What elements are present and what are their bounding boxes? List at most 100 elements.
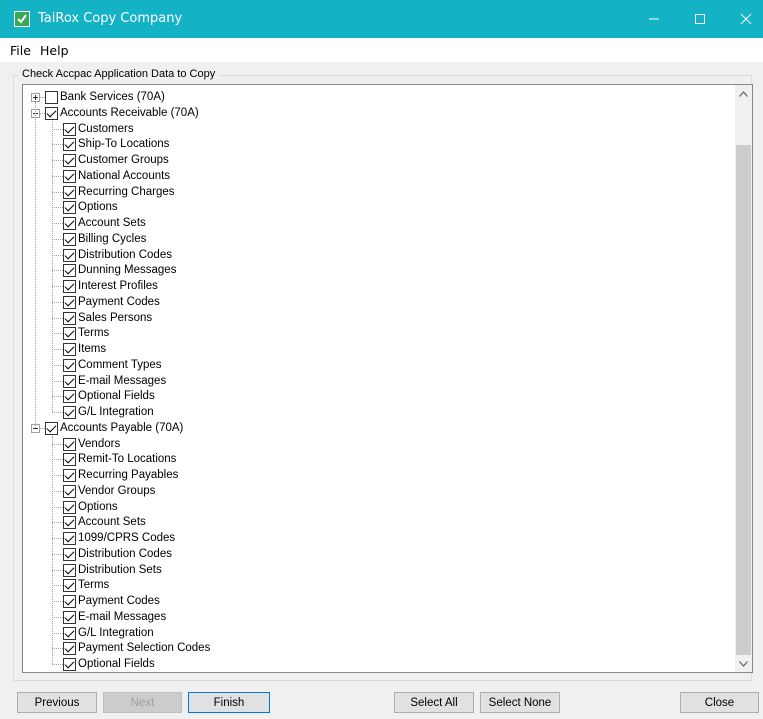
tree-parent-item[interactable]: Accounts Payable (70A) xyxy=(45,421,183,436)
checkbox[interactable] xyxy=(63,579,76,593)
menu-bar: File Help xyxy=(0,38,763,62)
checkbox[interactable] xyxy=(63,484,76,498)
checkbox[interactable] xyxy=(63,642,76,656)
vertical-scrollbar[interactable] xyxy=(735,85,752,672)
menu-file[interactable]: File xyxy=(10,43,31,58)
maximize-button[interactable] xyxy=(677,0,723,38)
checkbox[interactable] xyxy=(63,563,76,577)
checkbox[interactable] xyxy=(63,390,76,404)
checkbox[interactable] xyxy=(63,264,76,278)
checkbox[interactable] xyxy=(63,169,76,183)
checkbox[interactable] xyxy=(63,595,76,608)
checkbox[interactable] xyxy=(63,138,76,152)
checkbox[interactable] xyxy=(63,154,76,167)
tree-child-item[interactable]: Customer Groups xyxy=(63,153,169,168)
checkbox[interactable] xyxy=(45,421,58,435)
checkbox[interactable] xyxy=(63,626,76,640)
tree-child-item[interactable]: Account Sets xyxy=(63,515,146,530)
tree-child-item[interactable]: Sales Persons xyxy=(63,311,152,326)
tree-view[interactable]: Bank Services (70A) Accounts Receivable (… xyxy=(22,84,753,673)
select-none-button[interactable]: Select None xyxy=(480,692,560,713)
checkbox[interactable] xyxy=(63,122,76,136)
checkbox[interactable] xyxy=(63,185,76,199)
tree-child-item[interactable]: Optional Fields xyxy=(63,389,155,404)
tree-child-item[interactable]: Distribution Sets xyxy=(63,563,162,578)
tree-child-item[interactable]: Dunning Messages xyxy=(63,263,176,278)
scroll-down-button[interactable] xyxy=(735,655,752,672)
tree-child-item[interactable]: Items xyxy=(63,342,106,357)
select-all-button[interactable]: Select All xyxy=(394,692,474,713)
checkbox[interactable] xyxy=(63,610,76,624)
tree-child-item[interactable]: Options xyxy=(63,500,118,515)
menu-help[interactable]: Help xyxy=(40,43,69,58)
tree-child-item[interactable]: 1099/CPRS Codes xyxy=(63,531,175,546)
scroll-thumb[interactable] xyxy=(736,145,751,655)
checkbox[interactable] xyxy=(63,469,76,482)
tree-child-item[interactable]: E-mail Messages xyxy=(63,374,166,389)
minimize-button[interactable] xyxy=(631,0,677,38)
tree-child-item[interactable]: Payment Codes xyxy=(63,594,160,609)
tree-connector-line xyxy=(52,144,63,146)
tree-child-item[interactable]: Recurring Charges xyxy=(63,185,175,200)
next-button[interactable]: Next xyxy=(103,692,182,713)
tree-item-label: Comment Types xyxy=(78,358,162,371)
tree-child-item[interactable]: Terms xyxy=(63,578,109,593)
tree-item-label: Distribution Codes xyxy=(78,248,172,261)
tree-connector-line xyxy=(52,349,63,350)
tree-item-label: Ship-To Locations xyxy=(78,138,170,151)
finish-button[interactable]: Finish xyxy=(188,692,270,713)
tree-connector-line xyxy=(52,601,63,602)
checkbox[interactable] xyxy=(45,106,58,120)
tree-child-item[interactable]: Distribution Codes xyxy=(63,547,172,562)
checkbox[interactable] xyxy=(63,453,76,467)
checkbox[interactable] xyxy=(63,658,76,671)
tree-child-item[interactable]: Comment Types xyxy=(63,358,162,373)
checkbox[interactable] xyxy=(63,232,76,246)
checkbox[interactable] xyxy=(63,358,76,372)
checkbox[interactable] xyxy=(63,311,76,325)
tree-child-item[interactable]: Payment Selection Codes xyxy=(63,641,210,656)
tree-child-item[interactable]: Ship-To Locations xyxy=(63,137,169,152)
tree-child-item[interactable]: Distribution Codes xyxy=(63,248,172,263)
tree-parent-item[interactable]: Accounts Receivable (70A) xyxy=(45,106,199,121)
tree-connector-line xyxy=(52,506,63,508)
tree-child-item[interactable]: Payment Codes xyxy=(63,295,160,310)
scroll-up-button[interactable] xyxy=(735,85,752,102)
checkbox[interactable] xyxy=(63,201,76,215)
checkbox[interactable] xyxy=(45,91,58,104)
checkbox[interactable] xyxy=(63,516,76,530)
expand-toggle-icon[interactable] xyxy=(31,93,40,102)
tree-child-item[interactable]: Options xyxy=(63,200,118,215)
checkbox[interactable] xyxy=(63,248,76,262)
checkbox[interactable] xyxy=(63,406,76,419)
checkbox[interactable] xyxy=(63,547,76,561)
tree-child-item[interactable]: Vendors xyxy=(63,437,120,452)
checkbox[interactable] xyxy=(63,327,76,341)
tree-child-item[interactable]: Customers xyxy=(63,122,134,137)
checkbox[interactable] xyxy=(63,217,76,230)
checkbox[interactable] xyxy=(63,343,76,356)
checkbox[interactable] xyxy=(63,437,76,451)
tree-child-item[interactable]: Remit-To Locations xyxy=(63,452,176,467)
close-button[interactable]: Close xyxy=(680,692,759,713)
tree-child-item[interactable]: Recurring Payables xyxy=(63,468,178,483)
tree-connector-line xyxy=(52,632,63,634)
checkbox[interactable] xyxy=(63,500,76,514)
tree-child-item[interactable]: Account Sets xyxy=(63,216,146,231)
checkbox[interactable] xyxy=(63,374,76,388)
tree-child-item[interactable]: G/L Integration xyxy=(63,405,154,420)
checkbox[interactable] xyxy=(63,532,76,545)
tree-child-item[interactable]: Optional Fields xyxy=(63,657,155,672)
tree-child-item[interactable]: Interest Profiles xyxy=(63,279,158,294)
tree-child-item[interactable]: Vendor Groups xyxy=(63,484,155,499)
tree-parent-item[interactable]: Bank Services (70A) xyxy=(45,90,165,105)
tree-child-item[interactable]: G/L Integration xyxy=(63,626,154,641)
tree-child-item[interactable]: E-mail Messages xyxy=(63,610,166,625)
tree-child-item[interactable]: Terms xyxy=(63,326,109,341)
checkbox[interactable] xyxy=(63,280,76,293)
checkbox[interactable] xyxy=(63,295,76,309)
previous-button[interactable]: Previous xyxy=(17,692,97,713)
tree-child-item[interactable]: Billing Cycles xyxy=(63,232,146,247)
tree-child-item[interactable]: National Accounts xyxy=(63,169,170,184)
close-window-button[interactable] xyxy=(723,0,763,38)
